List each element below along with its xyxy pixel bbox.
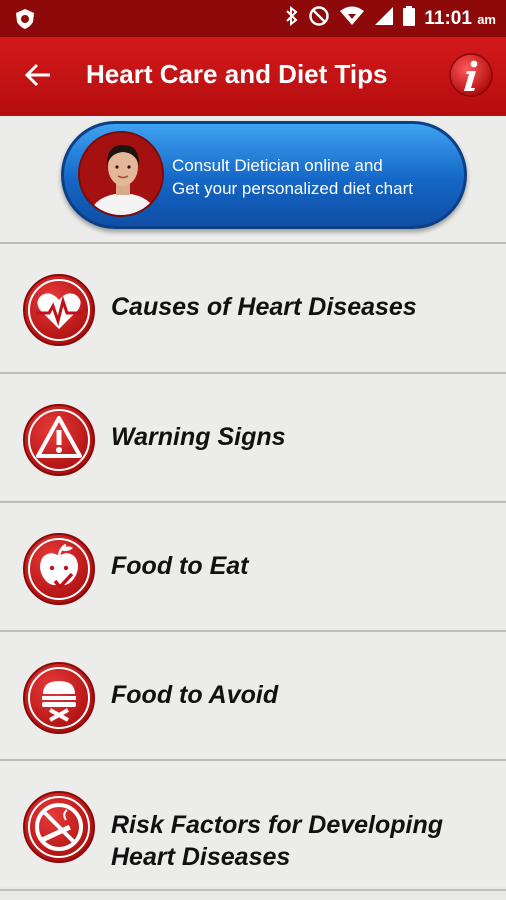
menu-item-causes[interactable]: Causes of Heart Diseases xyxy=(0,242,506,370)
menu-item-risk-factors[interactable]: Risk Factors for Developing Heart Diseas… xyxy=(0,759,506,887)
dietician-avatar xyxy=(78,131,164,217)
back-button[interactable] xyxy=(22,57,58,93)
consult-banner-area: Consult Dietician online and Get your pe… xyxy=(0,116,506,242)
page-title: Heart Care and Diet Tips xyxy=(86,59,388,89)
clock: 11:01 am xyxy=(424,7,496,29)
menu-item-food-to-avoid[interactable]: Food to Avoid xyxy=(0,630,506,758)
no-smoking-icon xyxy=(22,790,96,864)
menu-item-label: Risk Factors for Developing Heart Diseas… xyxy=(111,809,443,873)
menu-item-warning-signs[interactable]: Warning Signs xyxy=(0,372,506,500)
arrow-left-icon xyxy=(24,63,50,87)
burger-cross-icon xyxy=(22,661,96,735)
app-notification-icon xyxy=(14,8,36,35)
menu-item-label: Food to Avoid xyxy=(111,681,279,709)
bluetooth-icon xyxy=(285,5,299,31)
signal-icon xyxy=(374,6,394,31)
heartbeat-icon xyxy=(22,273,96,347)
menu-item-label: Food to Eat xyxy=(111,552,249,580)
warning-icon xyxy=(22,403,96,477)
menu-item-label: Warning Signs xyxy=(111,423,286,451)
consult-dietician-banner[interactable]: Consult Dietician online and Get your pe… xyxy=(61,121,467,229)
wifi-icon xyxy=(339,6,365,31)
do-not-disturb-icon xyxy=(308,5,330,32)
menu-item-label-line-2: Heart Diseases xyxy=(111,843,291,871)
banner-line-1: Consult Dietician online and xyxy=(172,156,383,175)
battery-icon xyxy=(403,6,416,31)
info-button[interactable] xyxy=(449,53,493,97)
apple-check-icon xyxy=(22,532,96,606)
banner-text: Consult Dietician online and Get your pe… xyxy=(172,154,413,200)
menu-item-label: Causes of Heart Diseases xyxy=(111,293,417,321)
divider xyxy=(0,889,506,891)
status-bar: 11:01 am xyxy=(0,0,506,37)
menu-item-food-to-eat[interactable]: Food to Eat xyxy=(0,501,506,629)
info-icon xyxy=(449,53,493,97)
menu-item-label-line-1: Risk Factors for Developing xyxy=(111,811,444,839)
banner-line-2: Get your personalized diet chart xyxy=(172,179,413,198)
app-toolbar: Heart Care and Diet Tips xyxy=(0,37,506,116)
